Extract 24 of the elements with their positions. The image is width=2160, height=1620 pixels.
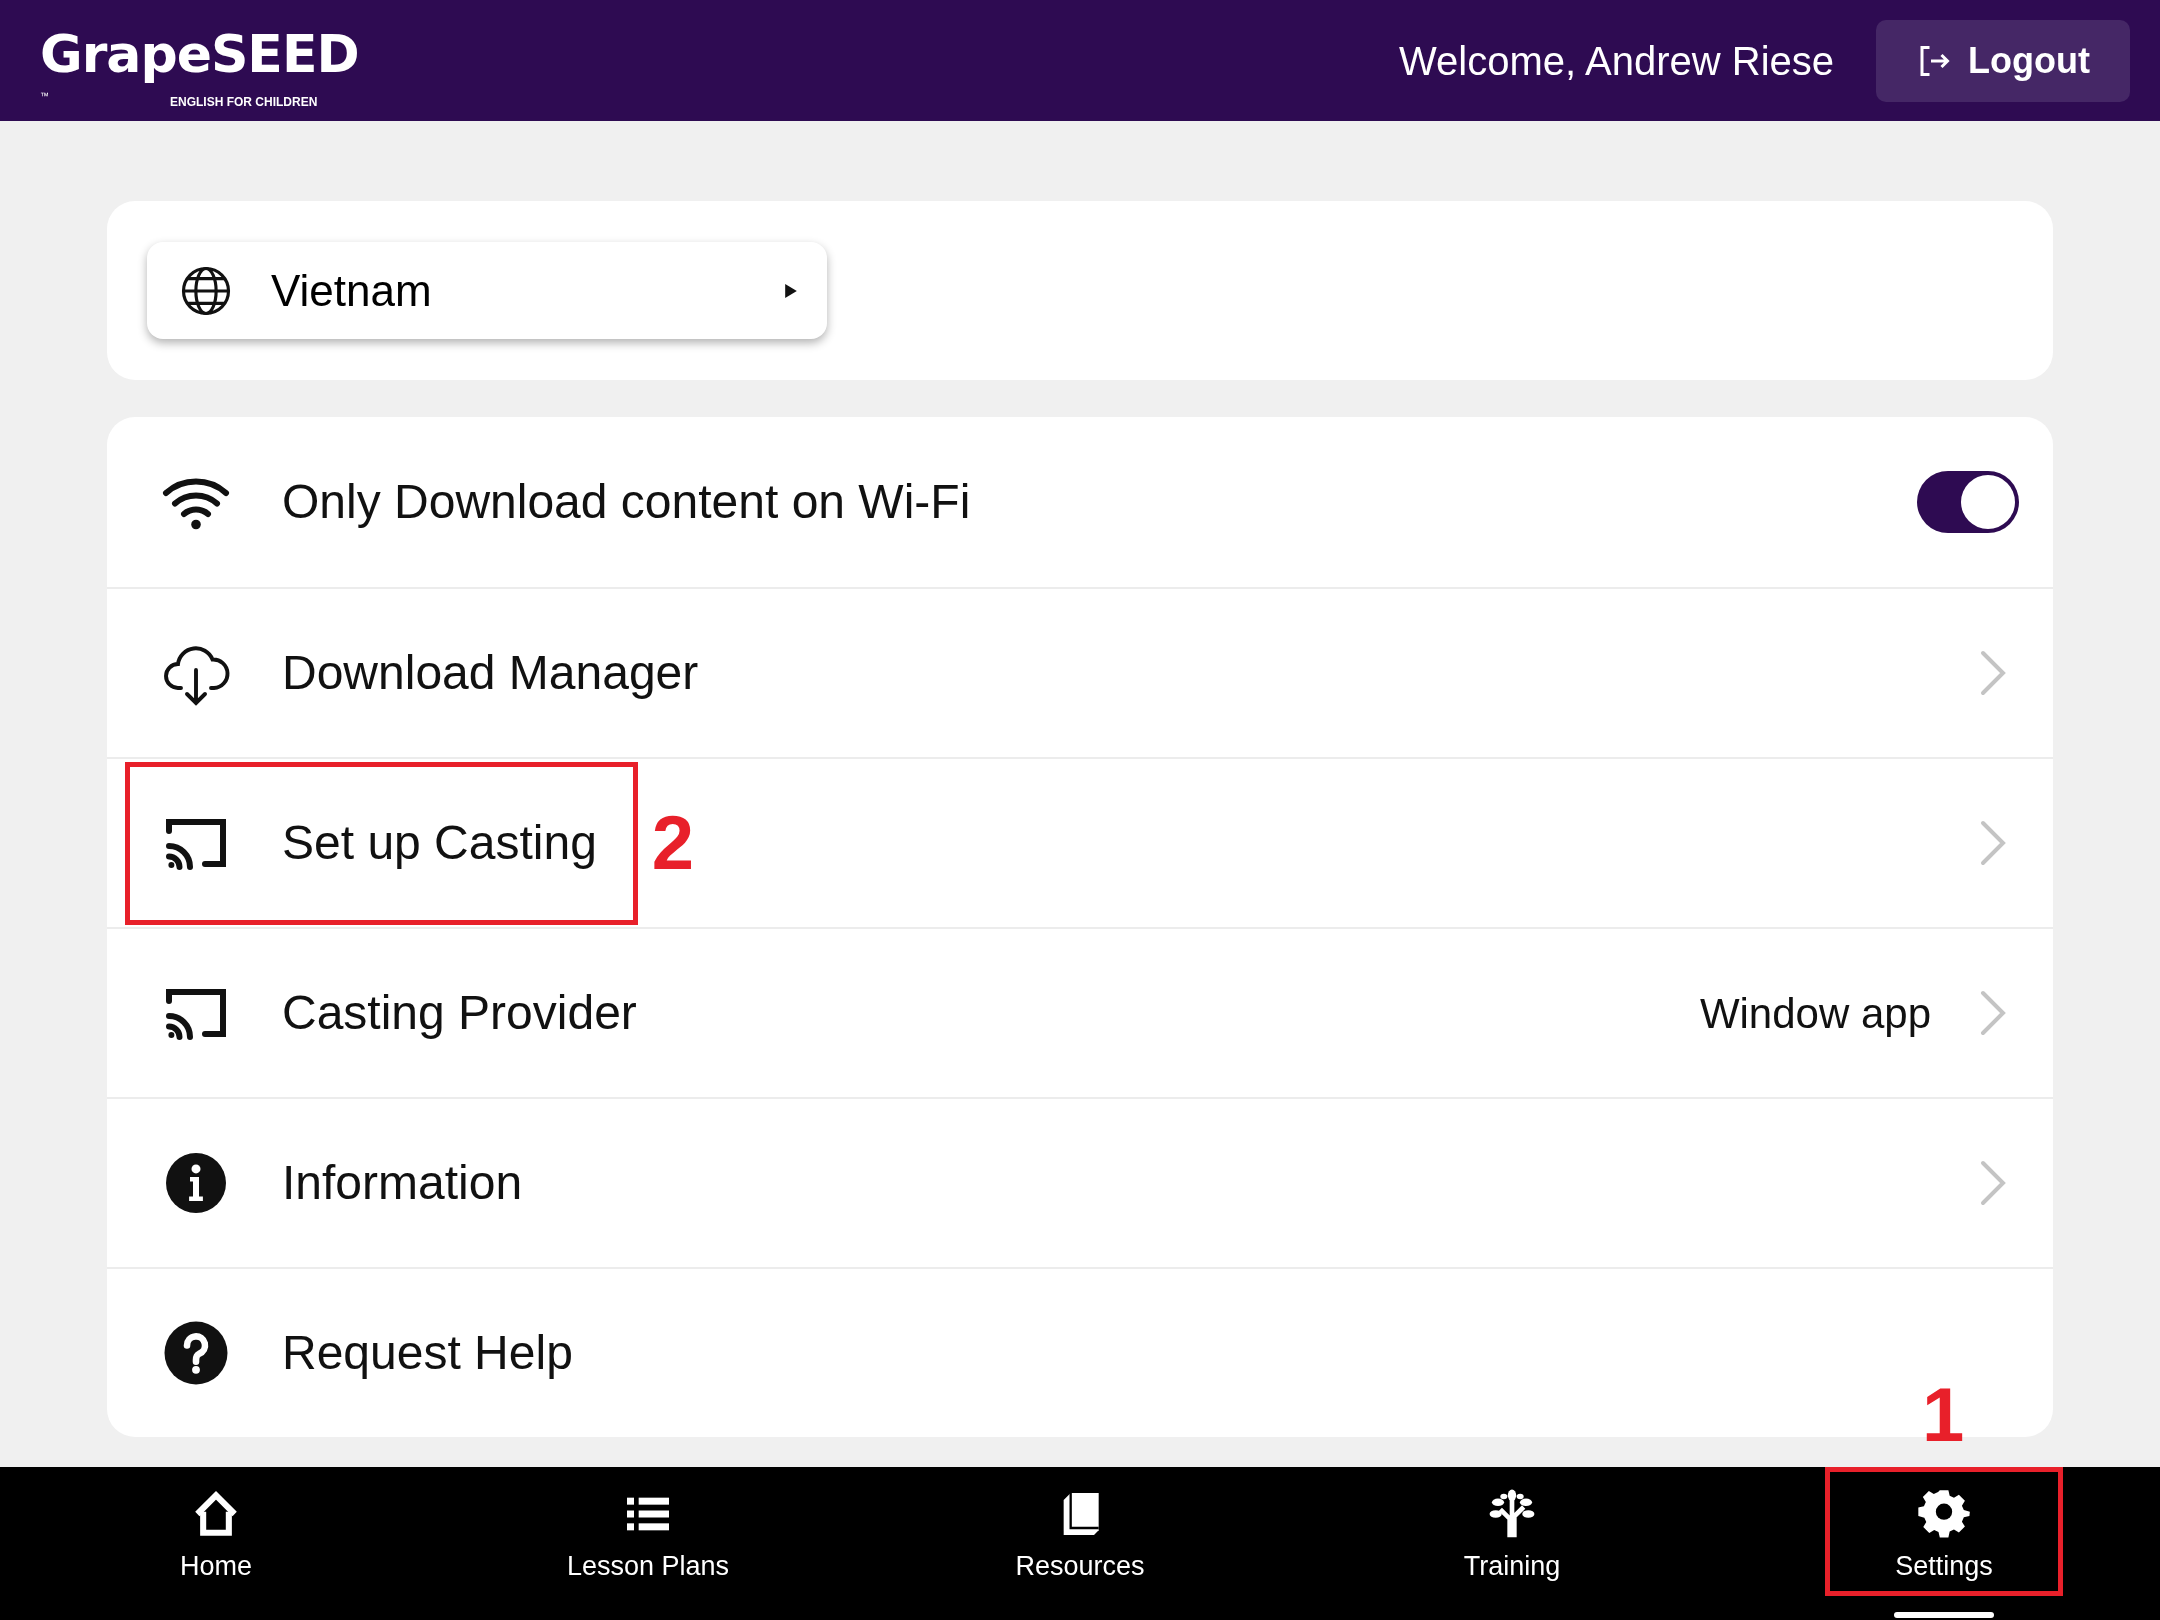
setting-label: Request Help [282,1325,573,1381]
chevron-right-icon [1979,649,2007,697]
welcome-text: Welcome, Andrew Riese [1399,37,1835,85]
setting-value: Window app [1699,988,1931,1039]
chevron-right-icon [1979,819,2007,867]
setting-label: Only Download content on Wi-Fi [282,474,971,530]
step-number: 1 [1922,1377,1965,1453]
trademark-mark: ™ [40,91,49,101]
logout-button[interactable]: Logout [1876,19,2130,102]
nav-tab[interactable]: Lesson Plans [529,1467,767,1596]
chevron-right-icon [1979,1159,2007,1207]
nav-tab[interactable]: Training [1393,1467,1631,1596]
setting-label: Download Manager [282,645,699,701]
nav-tab[interactable]: Resources [961,1467,1199,1596]
chevron-right-icon [1979,989,2007,1037]
region-dropdown[interactable]: Vietnam [147,242,827,339]
nav-tab[interactable]: Home [97,1467,335,1596]
logo-tagline: ENGLISH FOR CHILDREN [170,95,318,108]
caret-icon [785,283,797,298]
setting-label: Set up Casting [282,815,597,871]
step-number: 2 [651,805,695,881]
nav-tab[interactable]: Settings [1825,1467,2063,1596]
setting-label: Casting Provider [282,985,637,1041]
setting-label: Information [282,1155,523,1211]
